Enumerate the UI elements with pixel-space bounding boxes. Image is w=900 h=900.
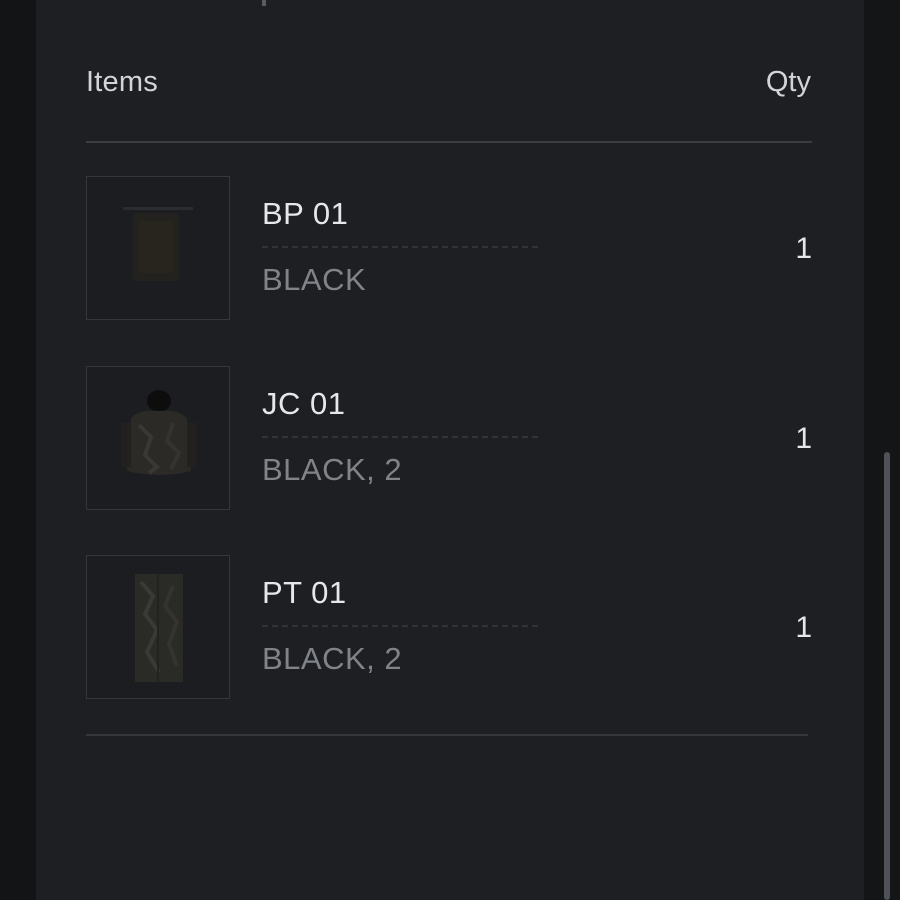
product-name: JC 01 [262,386,346,421]
items-column-header: Items [86,66,158,98]
order-items-screen: Items Qty BP 01 BLACK 1 JC 01 BLACK, 2 1… [0,0,900,900]
product-variant: BLACK, 2 [262,452,403,487]
product-thumbnail[interactable] [86,176,230,320]
product-qty: 1 [795,422,812,455]
header-divider [86,141,812,143]
cart-item-row[interactable]: PT 01 BLACK, 2 1 [86,555,812,701]
qty-column-header: Qty [765,66,811,98]
product-variant: BLACK, 2 [262,641,403,676]
product-variant: BLACK [262,262,367,297]
cart-item-row[interactable]: BP 01 BLACK 1 [86,176,812,322]
product-jacket-image [121,390,197,475]
product-thumbnail[interactable] [86,366,230,510]
scrollbar-thumb[interactable] [884,452,890,900]
scrollbar-track[interactable] [864,0,900,900]
row-separator [262,625,538,627]
row-separator [262,246,538,248]
product-name: BP 01 [262,196,349,231]
list-bottom-divider [86,734,808,736]
product-bp-image [123,207,193,281]
product-name: PT 01 [262,575,347,610]
row-separator [262,436,538,438]
product-pants-image [135,574,183,682]
product-qty: 1 [795,232,812,265]
cart-item-row[interactable]: JC 01 BLACK, 2 1 [86,366,812,512]
product-qty: 1 [795,611,812,644]
clipped-content-fragment [262,0,266,6]
product-thumbnail[interactable] [86,555,230,699]
